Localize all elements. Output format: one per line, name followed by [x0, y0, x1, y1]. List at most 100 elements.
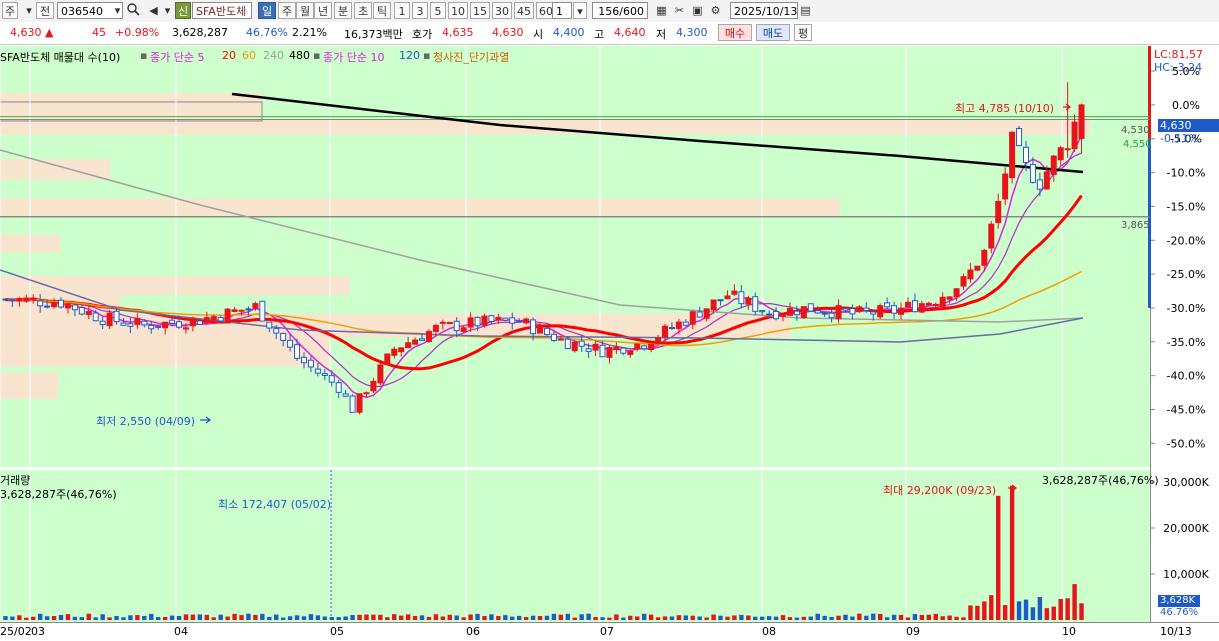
volume-bar [878, 613, 883, 620]
candle-body [412, 339, 419, 345]
candle-body [800, 306, 807, 318]
candle-body [981, 249, 988, 266]
volume-bar [759, 616, 765, 620]
volume-bar [1016, 601, 1022, 620]
vol-current-pct: 46.76% [1160, 607, 1199, 618]
volume-bar [322, 616, 328, 620]
candle-body [162, 321, 169, 329]
volume-bar [523, 616, 529, 620]
ma240-line [0, 149, 1084, 323]
candle-body [828, 312, 835, 319]
volume-bar [1065, 598, 1070, 620]
volume-bar [100, 614, 105, 620]
volume-bar [183, 614, 189, 620]
candle-body [877, 305, 884, 318]
candle-body [481, 315, 488, 326]
candle-body [543, 327, 550, 335]
volume-bar [551, 613, 557, 620]
volume-bar [961, 617, 966, 620]
candle-body [530, 319, 537, 335]
volume-bar [996, 495, 1001, 620]
candle-body [141, 320, 148, 326]
candle-body [911, 300, 918, 313]
candle-body [349, 395, 356, 413]
volume-bar [572, 617, 577, 620]
volume-bar [739, 614, 744, 620]
volume-bar [79, 617, 85, 620]
candle-body [460, 327, 467, 332]
candle-body [51, 302, 58, 308]
candle-body [516, 320, 523, 323]
volume-bar [718, 615, 723, 620]
volume-bar [65, 614, 71, 620]
volume-bar [294, 615, 300, 620]
volume-bar [746, 615, 751, 620]
candle-body [592, 343, 599, 351]
candle-body [613, 346, 620, 350]
candle-body [1057, 147, 1064, 161]
volume-bar [336, 617, 341, 620]
volume-bar [44, 616, 50, 620]
volume-bar [419, 615, 425, 620]
candle-body [134, 318, 141, 325]
volume-bar [621, 617, 626, 620]
volume-bar [683, 615, 689, 620]
candle-body [99, 320, 106, 326]
candle-body [620, 347, 627, 354]
volume-bar [503, 615, 508, 620]
vol-tick-label: 10,000K [1163, 568, 1209, 581]
volume-bar [72, 616, 78, 620]
candle-body [294, 344, 301, 359]
candle-body [627, 350, 634, 355]
pct-tick-label: -35.0% [1167, 336, 1206, 349]
volume-bar [697, 616, 702, 620]
volume-bar [690, 615, 695, 620]
volume-bar [10, 616, 15, 620]
volume-bar [711, 614, 716, 620]
volume-bar [954, 616, 959, 620]
volume-bars-layer [3, 484, 1084, 620]
legend-square-icon-2: ▪ [313, 49, 321, 62]
volume-bar [385, 617, 390, 620]
vol-max-annotation: 최대 29,200K (09/23) [883, 484, 997, 497]
candle-body [814, 310, 821, 314]
volume-bar [461, 617, 466, 620]
candle-body [2, 298, 9, 301]
volume-bar [86, 613, 91, 620]
volume-bar [280, 617, 286, 620]
volume-bar [392, 614, 397, 620]
volume-bar [142, 615, 147, 620]
candle-body [661, 325, 668, 338]
candle-body [738, 291, 745, 305]
volume-bar [190, 614, 196, 620]
volume-bar [635, 616, 640, 620]
volume-bar [3, 616, 8, 620]
candle-body [182, 327, 189, 330]
candle-body [425, 330, 432, 343]
candle-body [231, 309, 238, 312]
candle-body [120, 322, 127, 326]
candle-body [453, 320, 460, 332]
volume-bar [565, 613, 570, 620]
low-arrow-icon [200, 416, 212, 424]
volume-bar [440, 616, 446, 620]
candle-body [682, 321, 689, 326]
vol-min-annotation: 최소 172,407 (05/02) [218, 498, 332, 511]
volume-bar [204, 614, 209, 620]
volume-bar [558, 614, 564, 620]
volume-profile-band [0, 275, 350, 295]
candle-body [328, 375, 335, 383]
volume-bar [287, 616, 293, 620]
candle-body [273, 328, 280, 334]
volume-bar [607, 617, 612, 620]
volume-bar [975, 605, 980, 620]
x-tick-label: 06 [466, 625, 480, 638]
volume-bar [732, 615, 737, 620]
volume-bar [37, 613, 43, 620]
candle-body [259, 300, 266, 322]
volume-bar [398, 615, 404, 620]
candle-body [1022, 146, 1029, 163]
volume-bar [135, 615, 140, 620]
volume-bar [496, 615, 501, 620]
candle-body [773, 310, 780, 320]
